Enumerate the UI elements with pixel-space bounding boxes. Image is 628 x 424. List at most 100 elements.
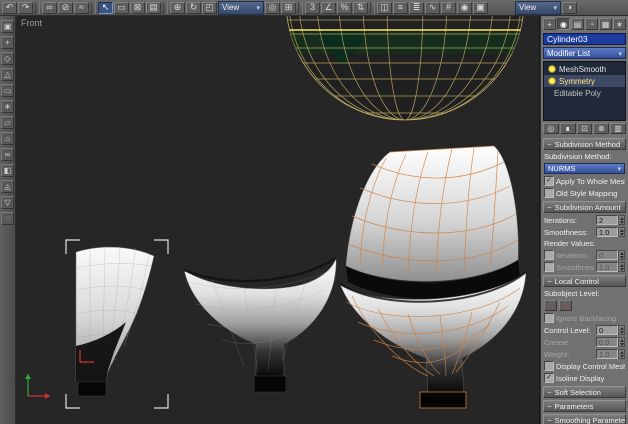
symmetry-mesh-object[interactable] xyxy=(184,258,336,392)
display-control-mesh-checkbox[interactable] xyxy=(544,361,554,371)
apply-to-whole-mesh-checkbox[interactable]: ✓ xyxy=(544,176,554,186)
smoothness-spinner[interactable]: 1.0 xyxy=(596,227,618,237)
half-mesh-base xyxy=(78,382,106,396)
align-icon[interactable]: ≡ xyxy=(393,2,408,14)
symmetry-mesh-base xyxy=(254,376,286,392)
front-viewport[interactable]: Front xyxy=(16,16,540,424)
render-smoothness-spinner[interactable]: 1.0 xyxy=(596,262,618,272)
tool-icon-13[interactable]: ◌ xyxy=(1,212,14,225)
select-and-scale-icon[interactable]: ◰ xyxy=(202,2,217,14)
spinner-arrows-icon[interactable] xyxy=(618,337,625,347)
crease-spinner[interactable]: 0.0 xyxy=(596,337,618,347)
material-editor-icon[interactable]: ◉ xyxy=(457,2,472,14)
wireframe-sphere-object[interactable] xyxy=(282,16,524,120)
pin-stack-icon[interactable]: ◎ xyxy=(543,123,559,134)
select-and-rotate-icon[interactable]: ↻ xyxy=(186,2,201,14)
reference-coordinate-dropdown[interactable]: View xyxy=(218,1,264,15)
tab-display-icon[interactable]: ▦ xyxy=(599,18,612,30)
subobject-edge-icon[interactable]: ◇ xyxy=(559,300,572,311)
tab-motion-icon[interactable]: ◔ xyxy=(585,18,598,30)
spinner-arrows-icon[interactable] xyxy=(618,215,625,225)
tool-icon-9[interactable]: ∞ xyxy=(1,148,14,161)
curve-editor-icon[interactable]: ∿ xyxy=(425,2,440,14)
tool-icon-7[interactable]: ▱ xyxy=(1,116,14,129)
rollout-smoothing-parameters[interactable]: Smoothing Parameters xyxy=(543,414,626,424)
tool-icon-2[interactable]: + xyxy=(1,36,14,49)
mirror-icon[interactable]: ◫ xyxy=(377,2,392,14)
subobject-vertex-icon[interactable]: ∴ xyxy=(544,300,557,311)
display-control-mesh-label: Display Control Mesh xyxy=(556,362,625,371)
meshsmooth-object[interactable] xyxy=(340,146,526,408)
rollout-subdivision-amount[interactable]: Subdivision Amount xyxy=(543,201,626,213)
modifier-enabled-icon[interactable] xyxy=(548,65,556,73)
rollout-soft-selection[interactable]: Soft Selection xyxy=(543,386,626,398)
snap-toggle-3d-icon[interactable]: 3 xyxy=(305,2,320,14)
tool-icon-3[interactable]: ◇ xyxy=(1,52,14,65)
tab-create-icon[interactable]: + xyxy=(543,18,556,30)
tool-icon-8[interactable]: ⌂ xyxy=(1,132,14,145)
quick-render-icon[interactable]: ◑ xyxy=(562,2,577,14)
stack-item-meshsmooth[interactable]: MeshSmooth xyxy=(544,63,625,75)
use-pivot-point-icon[interactable]: ◎ xyxy=(265,2,280,14)
tool-icon-4[interactable]: △ xyxy=(1,68,14,81)
isoline-display-checkbox[interactable]: ✓ xyxy=(544,373,554,383)
rollout-parameters[interactable]: Parameters xyxy=(543,400,626,412)
percent-snap-icon[interactable]: % xyxy=(337,2,352,14)
rectangular-selection-region-icon[interactable]: ▭ xyxy=(114,2,129,14)
undo-icon[interactable]: ↶ xyxy=(2,2,17,14)
select-object-icon[interactable]: ↖ xyxy=(98,2,113,14)
spinner-arrows-icon[interactable] xyxy=(618,250,625,260)
tab-utilities-icon[interactable]: ∗ xyxy=(613,18,626,30)
tool-icon-10[interactable]: ◧ xyxy=(1,164,14,177)
render-type-dropdown[interactable]: View xyxy=(515,1,561,15)
layer-manager-icon[interactable]: ≣ xyxy=(409,2,424,14)
viewport-label[interactable]: Front xyxy=(21,18,42,28)
iterations-spinner[interactable]: 2 xyxy=(596,215,618,225)
render-iterations-spinner[interactable]: 0 xyxy=(596,250,618,260)
tab-hierarchy-icon[interactable]: ▤ xyxy=(571,18,584,30)
remove-modifier-icon[interactable]: ⊗ xyxy=(593,123,609,134)
tool-icon-6[interactable]: ∗ xyxy=(1,100,14,113)
angle-snap-icon[interactable]: ∠ xyxy=(321,2,336,14)
unlink-selection-icon[interactable]: ⊘ xyxy=(58,2,73,14)
rollout-subdivision-method[interactable]: Subdivision Method xyxy=(543,138,626,150)
redo-icon[interactable]: ↷ xyxy=(18,2,33,14)
select-and-link-icon[interactable]: ∞ xyxy=(42,2,57,14)
modifier-list-dropdown[interactable]: Modifier List xyxy=(543,47,626,59)
spinner-arrows-icon[interactable] xyxy=(618,262,625,272)
bind-to-space-warp-icon[interactable]: ≈ xyxy=(74,2,89,14)
select-and-manipulate-icon[interactable]: ⊞ xyxy=(281,2,296,14)
render-smoothness-checkbox[interactable] xyxy=(544,262,554,272)
iterations-label: Iterations: xyxy=(544,216,577,225)
stack-item-editable-poly[interactable]: Editable Poly xyxy=(544,87,625,99)
stack-item-symmetry[interactable]: Symmetry xyxy=(544,75,625,87)
show-end-result-icon[interactable]: ∎ xyxy=(560,123,576,134)
render-setup-icon[interactable]: ▣ xyxy=(473,2,488,14)
subdivision-method-dropdown[interactable]: NURMS xyxy=(544,163,625,174)
tool-icon-11[interactable]: ◬ xyxy=(1,180,14,193)
make-unique-icon[interactable]: ⊡ xyxy=(577,123,593,134)
configure-modifier-sets-icon[interactable]: ▥ xyxy=(610,123,626,134)
object-name-field[interactable]: Cylinder03 xyxy=(543,33,626,45)
ignore-backfacing-checkbox[interactable] xyxy=(544,313,554,323)
select-by-name-icon[interactable]: ▤ xyxy=(146,2,161,14)
tool-icon-1[interactable]: ▣ xyxy=(1,20,14,33)
tab-modify-icon[interactable]: ◉ xyxy=(557,18,570,30)
weight-spinner[interactable]: 1.0 xyxy=(596,349,618,359)
half-mesh-object[interactable] xyxy=(66,240,168,408)
select-and-move-icon[interactable]: ⊕ xyxy=(170,2,185,14)
control-level-spinner[interactable]: 0 xyxy=(596,325,618,335)
spinner-arrows-icon[interactable] xyxy=(618,227,625,237)
old-style-mapping-checkbox[interactable] xyxy=(544,188,554,198)
render-iterations-checkbox[interactable] xyxy=(544,250,554,260)
window-crossing-icon[interactable]: ⊠ xyxy=(130,2,145,14)
spinner-arrows-icon[interactable] xyxy=(618,349,625,359)
spinner-snap-icon[interactable]: ⇅ xyxy=(353,2,368,14)
schematic-view-icon[interactable]: # xyxy=(441,2,456,14)
ignore-backfacing-label: Ignore Backfacing xyxy=(556,314,616,323)
modifier-enabled-icon[interactable] xyxy=(548,77,556,85)
tool-icon-5[interactable]: ▭ xyxy=(1,84,14,97)
rollout-local-control[interactable]: Local Control xyxy=(543,275,626,287)
spinner-arrows-icon[interactable] xyxy=(618,325,625,335)
tool-icon-12[interactable]: ▽ xyxy=(1,196,14,209)
